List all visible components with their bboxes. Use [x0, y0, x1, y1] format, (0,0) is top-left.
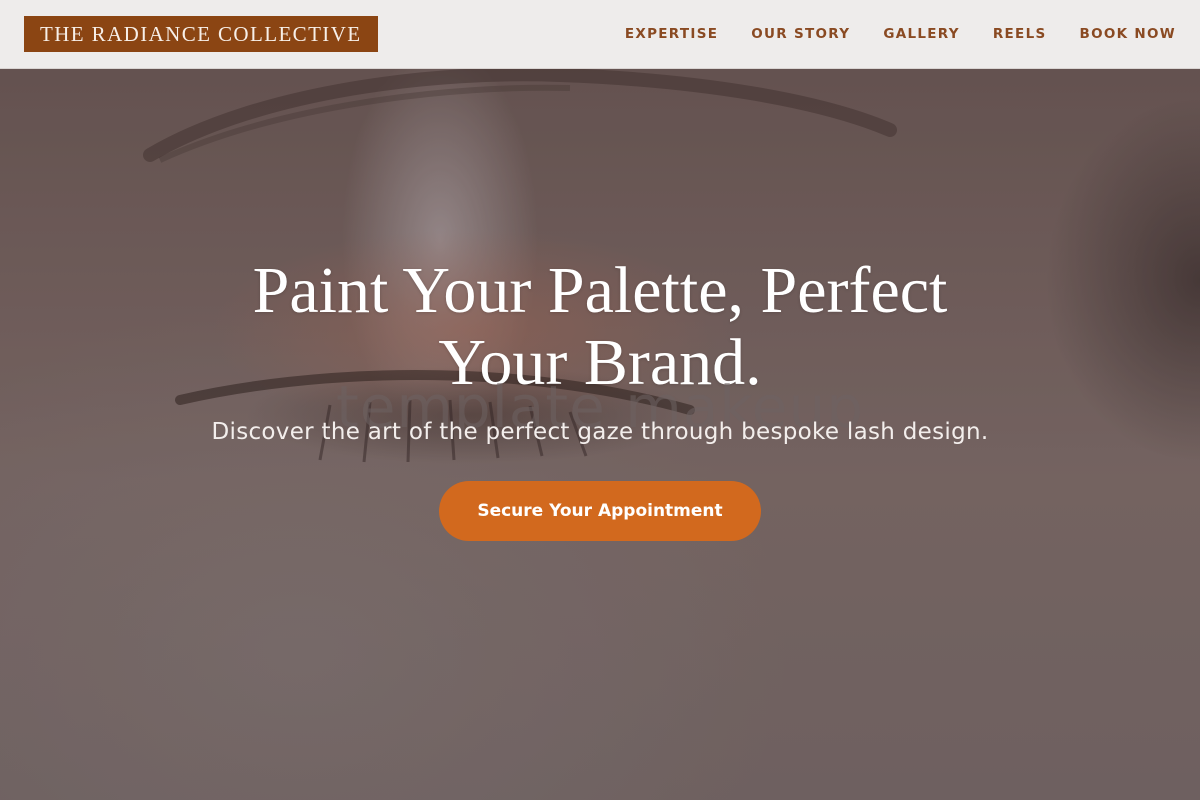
hero-headline: Paint Your Palette, Perfect Your Brand. [252, 254, 948, 399]
site-header: THE RADIANCE COLLECTIVE EXPERTISE OUR ST… [0, 0, 1200, 69]
eyebrow-shape [143, 67, 897, 163]
hero-content: Paint Your Palette, Perfect Your Brand. … [0, 255, 1200, 541]
hero-subheadline: Discover the art of the perfect gaze thr… [211, 419, 989, 445]
secure-appointment-button[interactable]: Secure Your Appointment [439, 481, 761, 541]
nav-link-book-now[interactable]: BOOK NOW [1080, 26, 1176, 42]
site-logo[interactable]: THE RADIANCE COLLECTIVE [24, 16, 378, 52]
main-nav: EXPERTISE OUR STORY GALLERY REELS BOOK N… [625, 26, 1176, 42]
nav-link-gallery[interactable]: GALLERY [883, 26, 960, 42]
nav-link-expertise[interactable]: EXPERTISE [625, 26, 718, 42]
nav-link-our-story[interactable]: OUR STORY [751, 26, 850, 42]
nav-link-reels[interactable]: REELS [993, 26, 1047, 42]
